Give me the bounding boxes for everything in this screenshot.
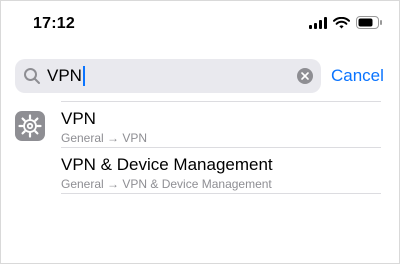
status-icons (309, 16, 383, 29)
search-bar: VPN Cancel (15, 59, 387, 93)
top-divider (61, 101, 381, 102)
result-row-vpn[interactable]: VPN General → VPN (61, 109, 381, 145)
row-divider (61, 147, 381, 148)
battery-icon (356, 16, 382, 29)
gear-icon (18, 114, 42, 138)
cancel-button[interactable]: Cancel (331, 66, 384, 86)
result-row-vpn-device-management[interactable]: VPN & Device Management General → VPN & … (61, 155, 381, 191)
clear-icon[interactable] (297, 68, 313, 84)
result-title: VPN (61, 109, 96, 128)
result-title: VPN & Device Management (61, 155, 273, 174)
settings-general-icon (15, 111, 45, 141)
result-path: General → VPN & Device Management (61, 177, 272, 191)
text-cursor (82, 66, 85, 86)
wifi-icon (333, 16, 350, 28)
search-field-text[interactable]: VPN (47, 66, 85, 86)
status-bar: 17:12 (1, 1, 401, 45)
search-icon (24, 68, 40, 84)
cellular-signal-icon (309, 16, 327, 29)
result-path: General → VPN (61, 131, 148, 145)
status-time: 17:12 (33, 15, 75, 32)
screen-frame: 17:12 VPN Cancel VPN General → VPN VPN &… (0, 0, 400, 264)
search-query: VPN (47, 66, 82, 85)
bottom-divider (61, 193, 381, 194)
search-input[interactable]: VPN (15, 59, 321, 93)
